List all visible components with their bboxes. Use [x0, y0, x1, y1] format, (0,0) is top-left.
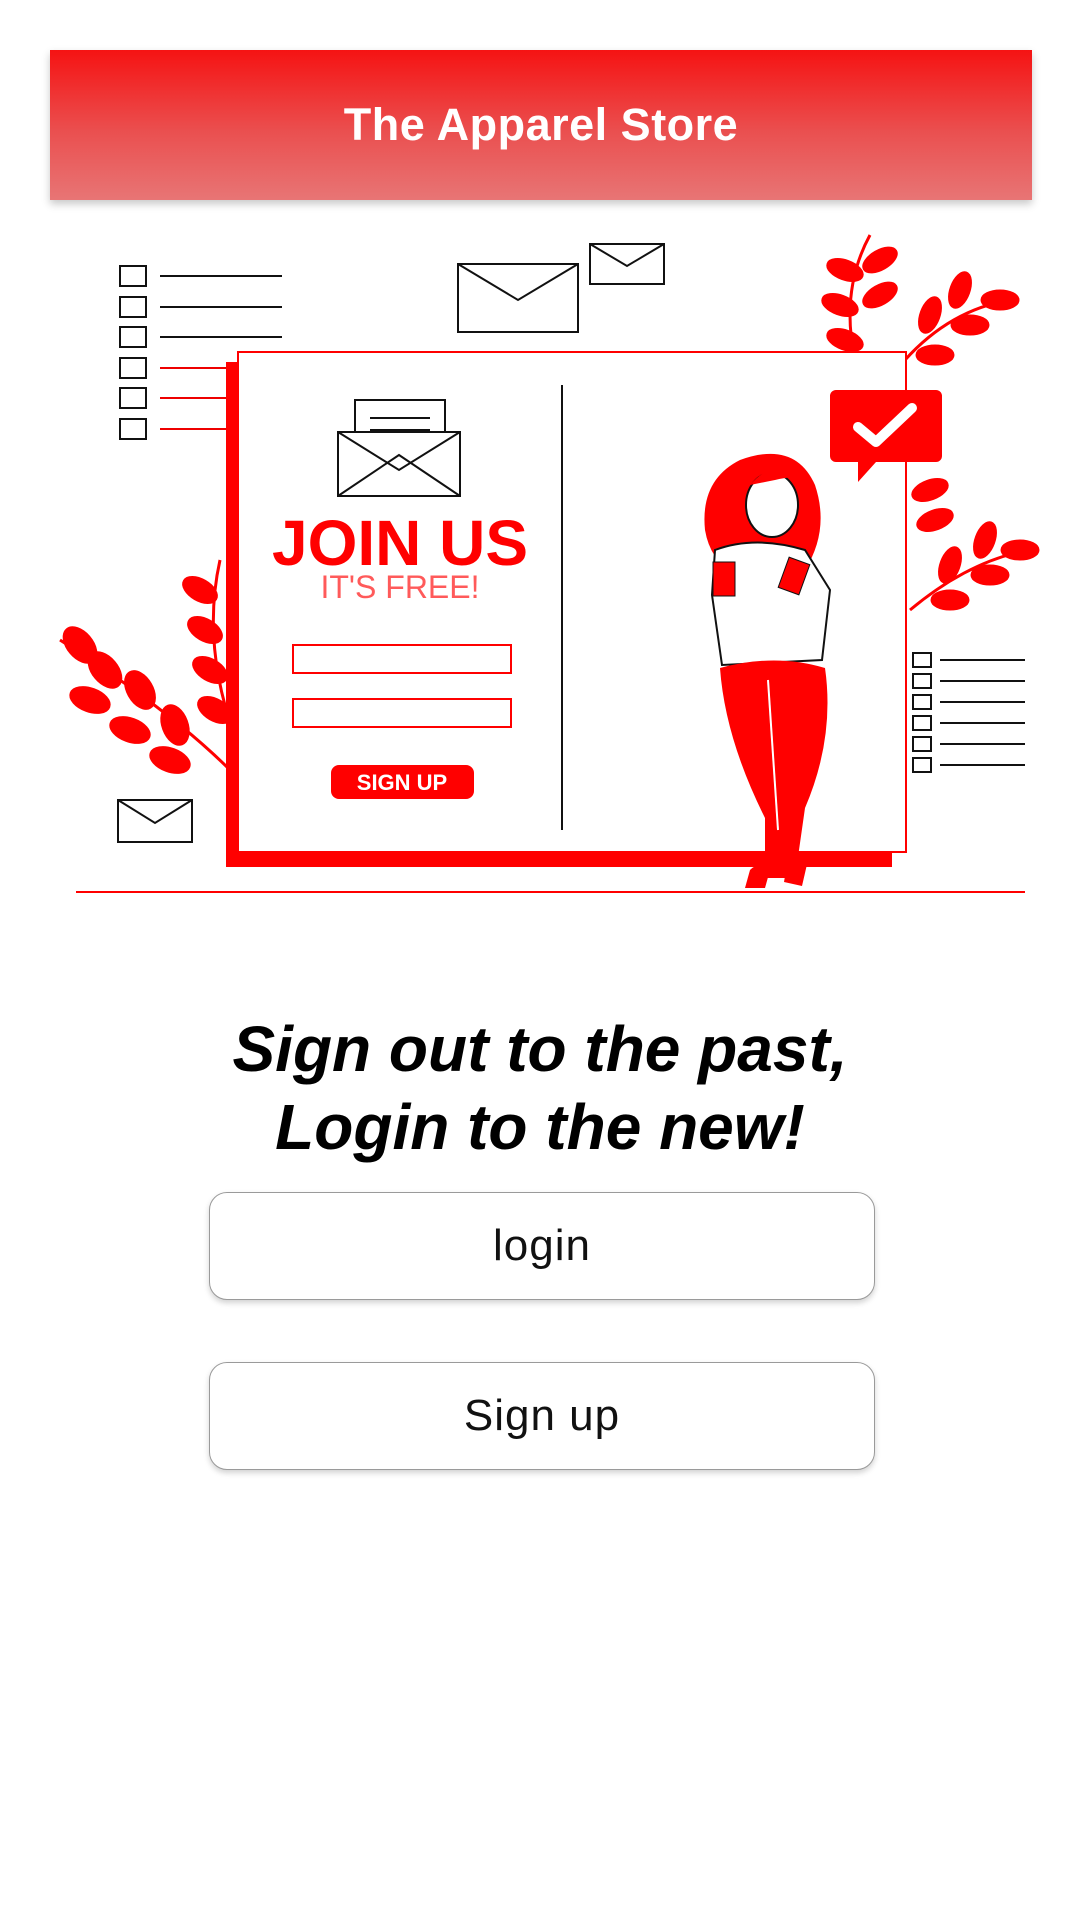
its-free-subheading: IT'S FREE!	[320, 569, 479, 605]
signup-illustration: JOIN US IT'S FREE! SIGN UP	[59, 234, 1040, 893]
checklist-right-icon	[912, 652, 1025, 773]
tagline-line-1: Sign out to the past,	[232, 1013, 848, 1085]
app-header: The Apparel Store	[50, 50, 1032, 200]
mail-icon	[337, 399, 461, 497]
signup-button[interactable]: Sign up	[209, 1362, 875, 1470]
leaves-left-icon	[59, 559, 242, 774]
tagline: Sign out to the past, Login to the new!	[0, 1010, 1080, 1166]
tagline-line-2: Login to the new!	[275, 1091, 805, 1163]
login-button[interactable]: login	[209, 1192, 875, 1300]
app-title: The Apparel Store	[343, 99, 739, 150]
illustration-signup-label: SIGN UP	[357, 770, 447, 795]
